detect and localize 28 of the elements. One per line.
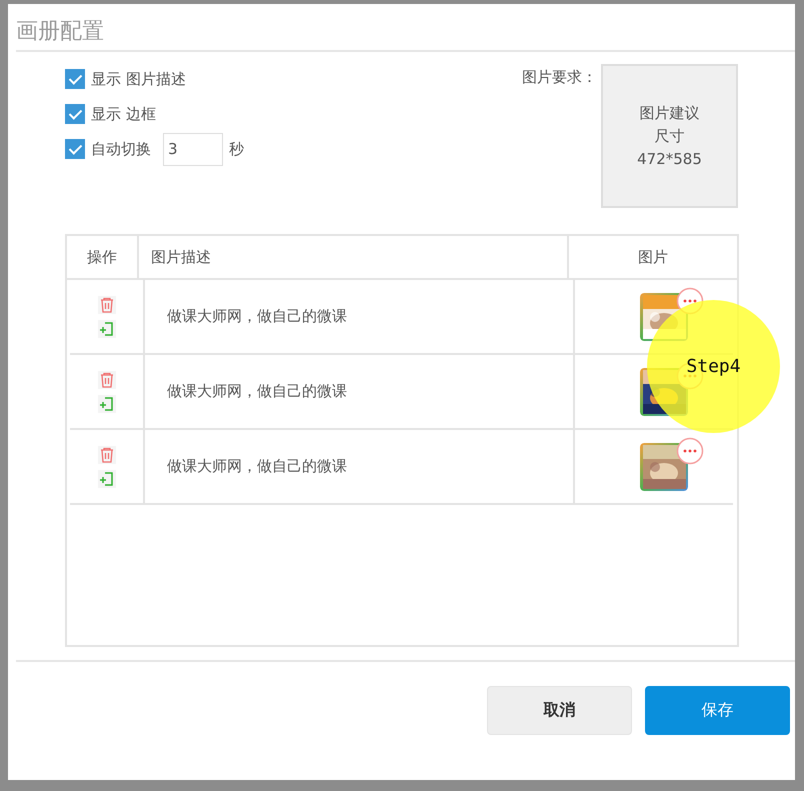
more-icon[interactable] (676, 436, 704, 464)
column-header: 图片 (637, 246, 669, 268)
trash-icon[interactable] (98, 296, 116, 314)
cancel-button[interactable]: 取消 (487, 686, 632, 735)
option-label: 显示 图片描述 (91, 70, 186, 88)
option-label: 自动切换 (91, 140, 151, 158)
seconds-input[interactable]: 3 (163, 132, 223, 166)
description-text: 做课大师网，做自己的微课 (167, 457, 347, 476)
trash-icon[interactable] (98, 370, 116, 388)
checkbox[interactable] (65, 139, 85, 159)
save-button[interactable]: 保存 (645, 686, 790, 735)
description-text: 做课大师网，做自己的微课 (167, 382, 347, 401)
dialog-title: 画册配置 (15, 18, 105, 46)
insert-icon[interactable] (98, 394, 116, 412)
trash-icon[interactable] (98, 446, 116, 464)
checkbox[interactable] (65, 69, 85, 89)
insert-icon[interactable] (98, 470, 116, 488)
size-hint-text: 472*585 (637, 148, 702, 170)
column-header: 操作 (67, 236, 139, 278)
unit-label: 秒 (229, 140, 244, 158)
insert-icon[interactable] (98, 320, 116, 338)
option-label: 显示 边框 (91, 104, 156, 124)
size-hint-text: 尺寸 (654, 126, 684, 146)
requirement-label: 图片要求： (522, 67, 597, 88)
column-header: 图片描述 (139, 236, 569, 278)
description-text: 做课大师网，做自己的微课 (167, 307, 347, 326)
size-hint-text: 图片建议 (640, 102, 700, 124)
checkbox[interactable] (65, 104, 85, 124)
